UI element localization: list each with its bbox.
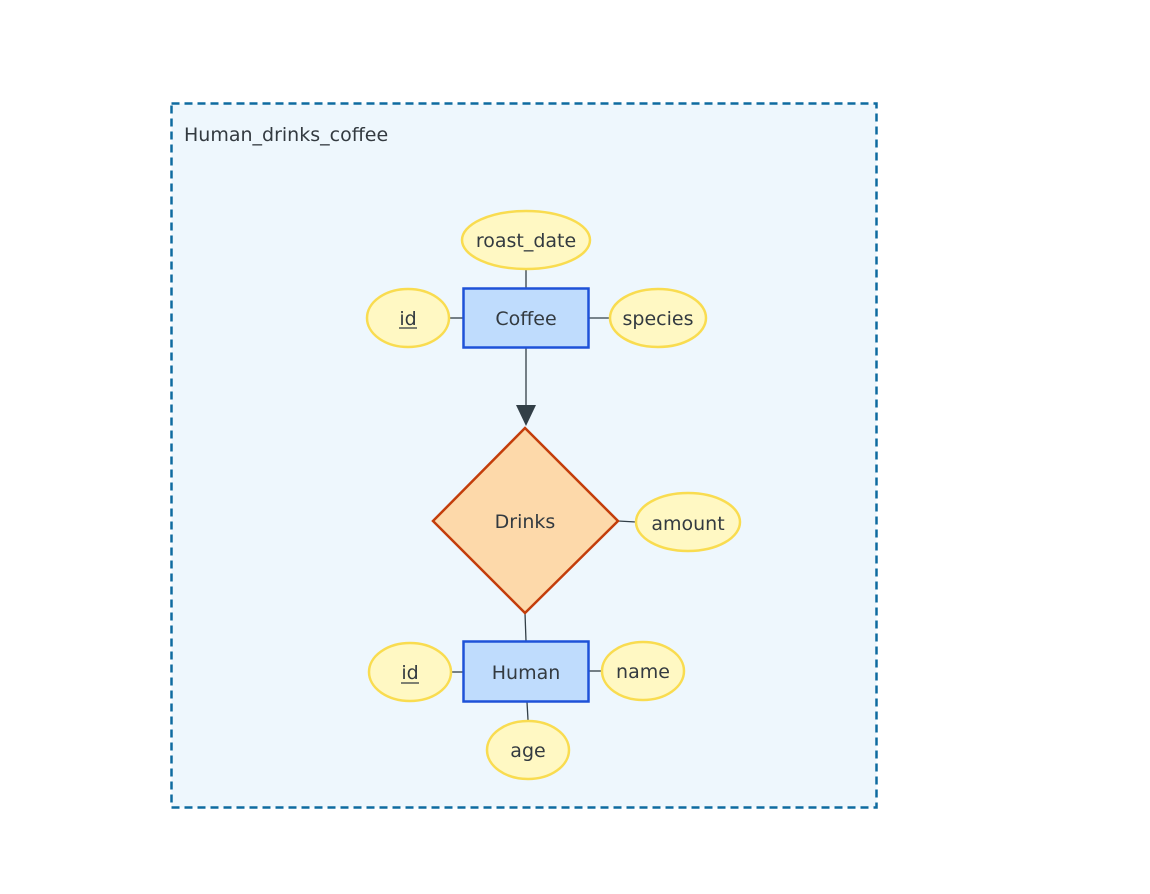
entity-human[interactable]: Human (462, 640, 590, 703)
attribute-roast-date[interactable]: roast_date (460, 209, 592, 271)
group-title: Human_drinks_coffee (184, 124, 388, 146)
attribute-coffee-id[interactable]: id (365, 287, 451, 349)
entity-coffee-label: Coffee (495, 308, 556, 330)
attribute-species-label: species (623, 308, 694, 330)
attribute-roast-date-label: roast_date (476, 230, 576, 252)
attribute-human-id[interactable]: id (367, 641, 453, 703)
attribute-coffee-id-label: id (399, 308, 416, 330)
er-diagram-canvas: Human_drinks_coffee Coffee roast_date id… (170, 102, 878, 809)
attribute-amount[interactable]: amount (634, 491, 742, 553)
entity-coffee[interactable]: Coffee (462, 287, 590, 349)
attribute-species[interactable]: species (608, 287, 708, 349)
attribute-name[interactable]: name (600, 640, 686, 702)
relationship-drinks-label: Drinks (495, 511, 556, 533)
attribute-human-id-label: id (401, 662, 418, 684)
entity-human-label: Human (492, 662, 561, 684)
attribute-age[interactable]: age (485, 719, 571, 781)
attribute-age-label: age (510, 740, 545, 762)
attribute-amount-label: amount (651, 513, 724, 535)
attribute-name-label: name (616, 661, 670, 683)
